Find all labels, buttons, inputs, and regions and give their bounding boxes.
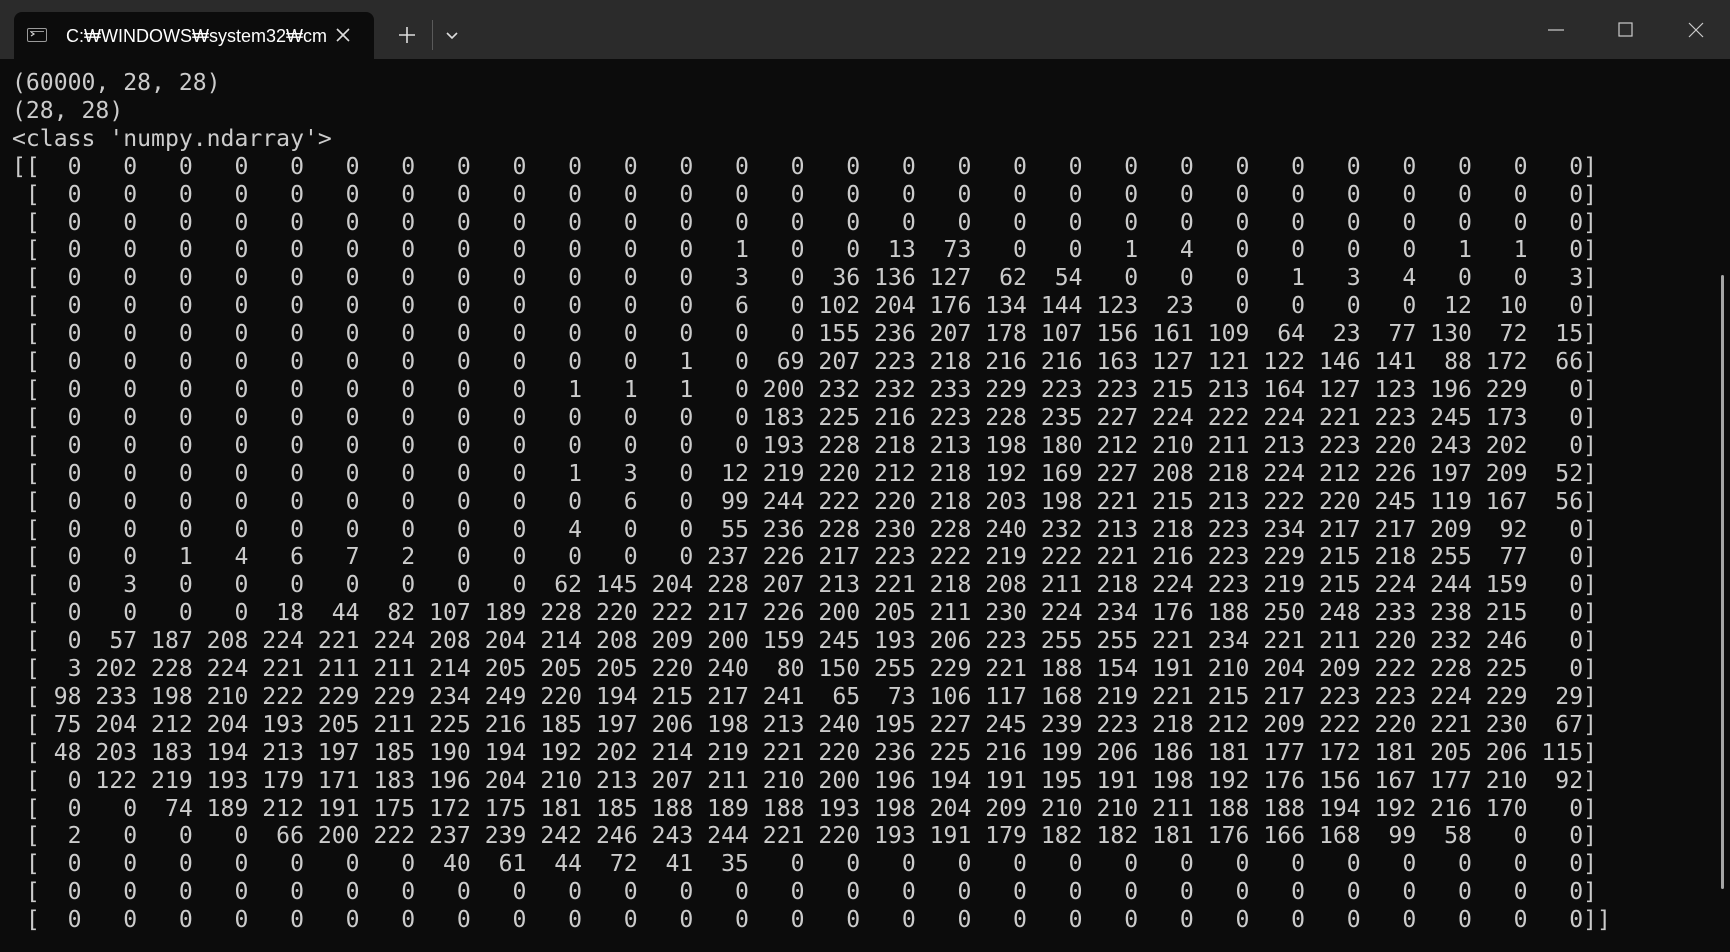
terminal-line: <class 'numpy.ndarray'> [12,125,332,152]
terminal-line: (28, 28) [12,97,124,124]
close-tab-button[interactable] [332,24,354,46]
minimize-icon [1548,29,1564,31]
terminal-line: [ 0 0 0 0 0 0 0 0 0 0 0 0 6 0 102 204 17… [12,293,1598,320]
terminal-line: [ 0 0 0 0 0 0 0 0 0 0 0 0 3 0 36 136 127… [12,265,1598,292]
terminal-line: [ 48 203 183 194 213 197 185 190 194 192… [12,739,1598,766]
terminal-line: [ 0 0 0 0 0 0 0 0 0 0 6 0 99 244 222 220… [12,488,1598,515]
terminal-line: [ 0 0 0 0 0 0 0 40 61 44 72 41 35 0 0 0 … [12,851,1598,878]
terminal-line: [ 0 0 0 0 0 0 0 0 0 0 0 0 0 193 228 218 … [12,432,1598,459]
terminal-line: [ 0 0 0 0 0 0 0 0 0 4 0 0 55 236 228 230… [12,516,1598,543]
chevron-down-icon [446,32,458,40]
terminal-icon [27,28,47,42]
terminal-line: [ 0 0 0 0 0 0 0 0 0 0 0 0 0 0 155 236 20… [12,321,1598,348]
terminal-line: [ 0 0 0 0 0 0 0 0 0 1 3 0 12 219 220 212… [12,460,1598,487]
terminal-line: [ 0 0 74 189 212 191 175 172 175 181 185… [12,795,1598,822]
terminal-output[interactable]: (60000, 28, 28) (28, 28) <class 'numpy.nda… [12,70,1712,950]
new-tab-button[interactable] [389,17,425,53]
terminal-line: [ 0 0 0 0 0 0 0 0 0 0 0 0 0 0 0 0 0 0 0 … [12,181,1598,208]
minimize-button[interactable] [1532,10,1580,50]
terminal-line: [ 98 233 198 210 222 229 229 234 249 220… [12,683,1598,710]
close-icon [1688,22,1704,38]
terminal-line: [ 0 0 1 4 6 7 2 0 0 0 0 0 237 226 217 22… [12,544,1598,571]
plus-icon [399,27,415,43]
title-bar: C:₩WINDOWS₩system32₩cmd.exe [0,0,1730,59]
maximize-button[interactable] [1601,10,1649,50]
terminal-line: [[ 0 0 0 0 0 0 0 0 0 0 0 0 0 0 0 0 0 0 0… [12,153,1598,180]
close-icon [336,28,350,42]
terminal-line: [ 0 3 0 0 0 0 0 0 0 62 145 204 228 207 2… [12,572,1598,599]
toolbar-divider [432,20,433,50]
terminal-line: [ 0 57 187 208 224 221 224 208 204 214 2… [12,628,1598,655]
tab-dropdown-button[interactable] [434,17,470,53]
scrollbar[interactable] [1721,275,1724,889]
terminal-tab[interactable]: C:₩WINDOWS₩system32₩cmd.exe [14,12,374,59]
terminal-line: [ 0 0 0 0 18 44 82 107 189 228 220 222 2… [12,600,1598,627]
terminal-line: (60000, 28, 28) [12,70,221,96]
tab-title: C:₩WINDOWS₩system32₩cmd.exe [66,26,326,46]
terminal-line: [ 0 0 0 0 0 0 0 0 0 1 1 1 0 200 232 232 … [12,376,1598,403]
terminal-line: [ 0 0 0 0 0 0 0 0 0 0 0 0 0 0 0 0 0 0 0 … [12,879,1598,906]
terminal-line: [ 0 0 0 0 0 0 0 0 0 0 0 0 1 0 0 13 73 0 … [12,237,1598,264]
terminal-line: [ 0 0 0 0 0 0 0 0 0 0 0 1 0 69 207 223 2… [12,349,1598,376]
terminal-line: [ 0 0 0 0 0 0 0 0 0 0 0 0 0 183 225 216 … [12,404,1598,431]
terminal-line: [ 0 0 0 0 0 0 0 0 0 0 0 0 0 0 0 0 0 0 0 … [12,907,1611,934]
terminal-line: [ 2 0 0 0 66 200 222 237 239 242 246 243… [12,823,1598,850]
terminal-line: [ 3 202 228 224 221 211 211 214 205 205 … [12,656,1598,683]
terminal-line: [ 75 204 212 204 193 205 211 225 216 185… [12,711,1598,738]
terminal-line: [ 0 0 0 0 0 0 0 0 0 0 0 0 0 0 0 0 0 0 0 … [12,209,1598,236]
maximize-icon [1618,22,1633,37]
terminal-line: [ 0 122 219 193 179 171 183 196 204 210 … [12,767,1598,794]
close-window-button[interactable] [1672,10,1720,50]
